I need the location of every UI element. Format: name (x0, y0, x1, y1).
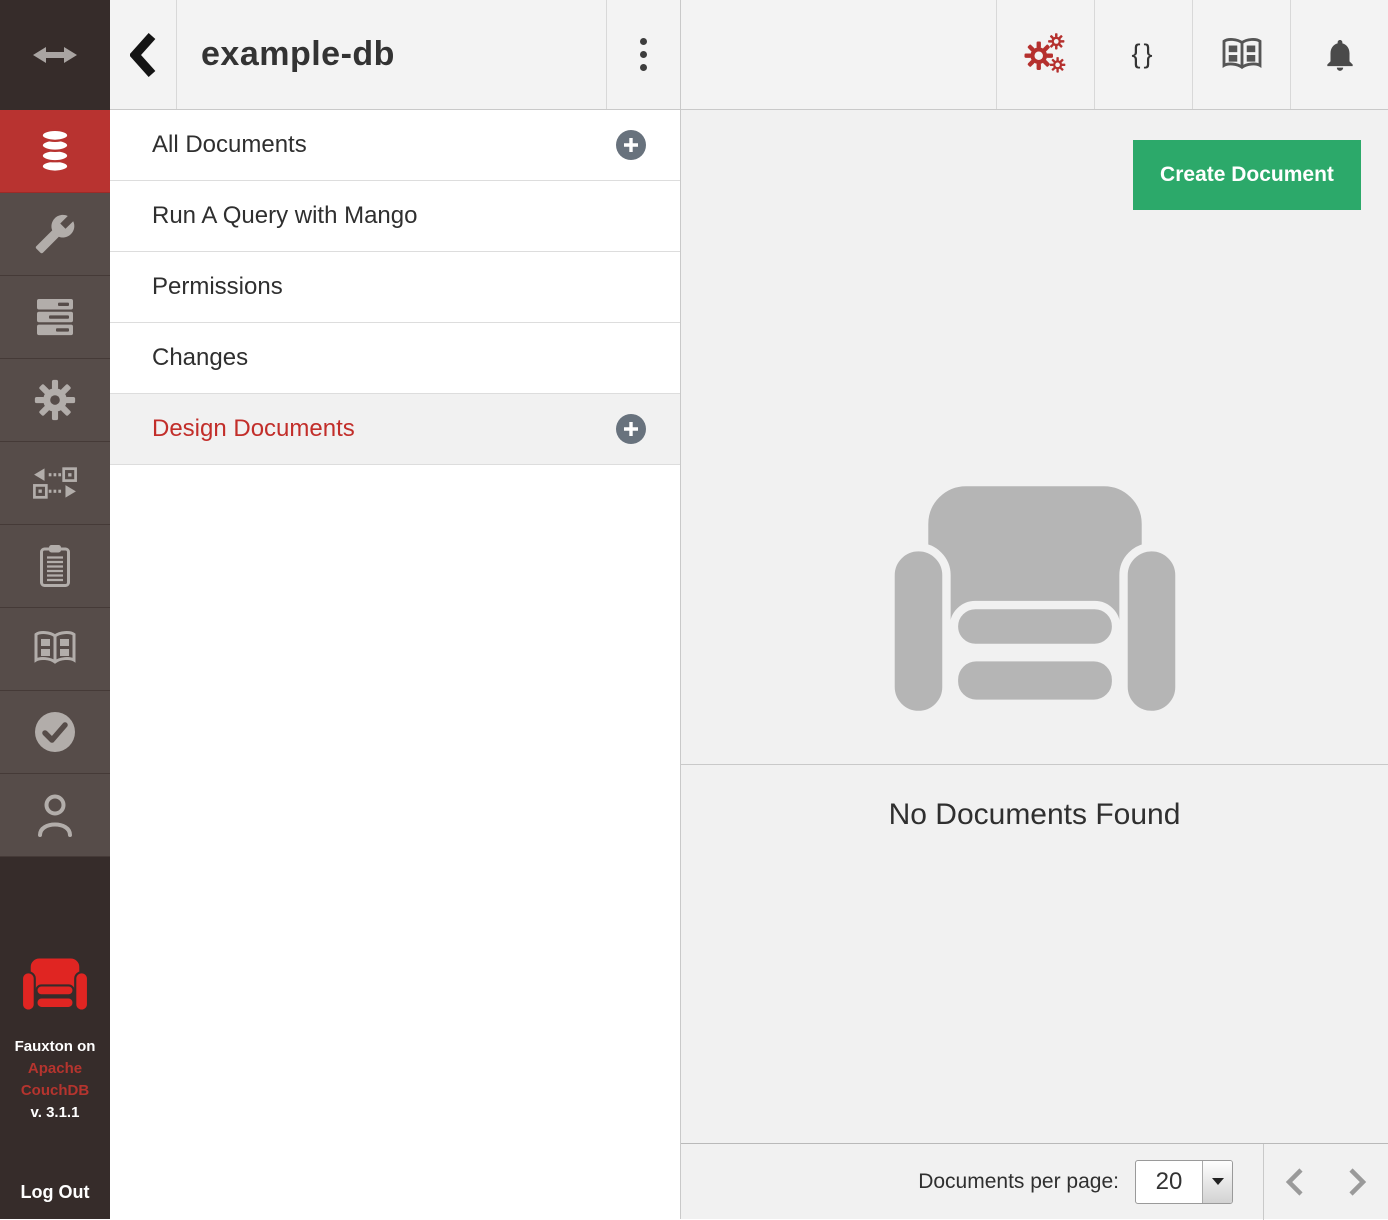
empty-state-couch-placeholder (880, 482, 1190, 720)
brand-line-fauxton: Fauxton on (15, 1036, 96, 1058)
pagination-footer: Documents per page: 20 (681, 1143, 1388, 1219)
brand-text: Fauxton on Apache CouchDB v. 3.1.1 (15, 1036, 96, 1124)
per-page-value: 20 (1136, 1161, 1202, 1203)
server-stack-icon (35, 297, 75, 337)
database-gears-icon (1023, 31, 1069, 79)
wrench-icon (34, 213, 76, 255)
sidebar-item-active-tasks[interactable] (0, 276, 110, 359)
check-circle-icon (33, 710, 77, 754)
database-header: example-db (110, 0, 680, 110)
gear-icon (34, 379, 76, 421)
nav-item-label: All Documents (152, 131, 307, 159)
nav-item-permissions[interactable]: Permissions (110, 252, 680, 323)
create-document-button[interactable]: Create Document (1133, 140, 1361, 210)
user-icon (35, 792, 75, 838)
nav-item-all-documents[interactable]: All Documents (110, 110, 680, 181)
book-icon (32, 630, 78, 668)
documents-per-page-label: Documents per page: (918, 1170, 1119, 1194)
nav-item-label: Changes (152, 344, 248, 372)
plus-icon (622, 136, 640, 154)
database-settings-button[interactable] (996, 0, 1094, 109)
content-divider (681, 764, 1388, 765)
sidebar-item-setup[interactable] (0, 193, 110, 276)
resize-arrows-icon (33, 43, 77, 67)
sidebar-item-verify[interactable] (0, 691, 110, 774)
brand-line-couchdb: CouchDB (15, 1080, 96, 1102)
notifications-bell-icon (1321, 35, 1359, 75)
clipboard-icon (37, 544, 73, 588)
sidebar-item-replication[interactable] (0, 442, 110, 525)
nav-item-label: Design Documents (152, 415, 355, 443)
main-header: {} (681, 0, 1388, 110)
documentation-button[interactable] (1192, 0, 1290, 109)
nav-item-label: Permissions (152, 273, 283, 301)
back-button[interactable] (110, 0, 177, 109)
nav-item-label: Run A Query with Mango (152, 202, 417, 230)
nav-item-changes[interactable]: Changes (110, 323, 680, 394)
back-chevron-icon (130, 32, 156, 78)
nav-item-design-documents[interactable]: Design Documents (110, 394, 680, 465)
json-braces-icon: {} (1131, 39, 1155, 70)
plus-icon (622, 420, 640, 438)
fauxton-app: Fauxton on Apache CouchDB v. 3.1.1 Log O… (0, 0, 1388, 1219)
replication-icon (32, 466, 78, 500)
json-view-button[interactable]: {} (1094, 0, 1192, 109)
couch-placeholder-icon (880, 482, 1190, 715)
sidebar-item-databases[interactable] (0, 110, 110, 193)
couchdb-logo[interactable] (22, 957, 88, 1016)
primary-sidebar: Fauxton on Apache CouchDB v. 3.1.1 Log O… (0, 0, 110, 1219)
main-panel: {} Create Document (681, 0, 1388, 1219)
next-page-button[interactable] (1326, 1144, 1388, 1220)
database-title: example-db (177, 35, 395, 74)
sidebar-item-active-docs[interactable] (0, 525, 110, 608)
brand-line-apache: Apache (15, 1058, 96, 1080)
chevron-right-icon (1347, 1167, 1367, 1197)
add-design-document-button[interactable] (616, 414, 646, 444)
sidebar-item-configuration[interactable] (0, 359, 110, 442)
sidebar-item-documentation[interactable] (0, 608, 110, 691)
documents-content-area: Create Document No Documents Found (681, 110, 1388, 1143)
brand-version: v. 3.1.1 (15, 1102, 96, 1124)
empty-state-text: No Documents Found (681, 798, 1388, 832)
documents-per-page-select[interactable]: 20 (1135, 1160, 1233, 1204)
documentation-book-icon (1220, 37, 1264, 73)
couchdb-couch-icon (22, 957, 88, 1011)
add-document-button[interactable] (616, 130, 646, 160)
sidebar-footer: Fauxton on Apache CouchDB v. 3.1.1 Log O… (0, 857, 110, 1219)
database-icon (36, 128, 74, 174)
database-nav-panel: example-db All Documents Run A Query wit… (110, 0, 681, 1219)
database-options-button[interactable] (606, 0, 680, 109)
logout-button[interactable]: Log Out (21, 1182, 90, 1203)
sidebar-resize-handle[interactable] (0, 0, 110, 110)
nav-item-mango-query[interactable]: Run A Query with Mango (110, 181, 680, 252)
notifications-button[interactable] (1290, 0, 1388, 109)
select-dropdown-arrow-icon (1202, 1161, 1232, 1203)
previous-page-button[interactable] (1264, 1144, 1326, 1220)
chevron-left-icon (1285, 1167, 1305, 1197)
sidebar-item-account[interactable] (0, 774, 110, 857)
kebab-menu-icon (640, 38, 647, 71)
